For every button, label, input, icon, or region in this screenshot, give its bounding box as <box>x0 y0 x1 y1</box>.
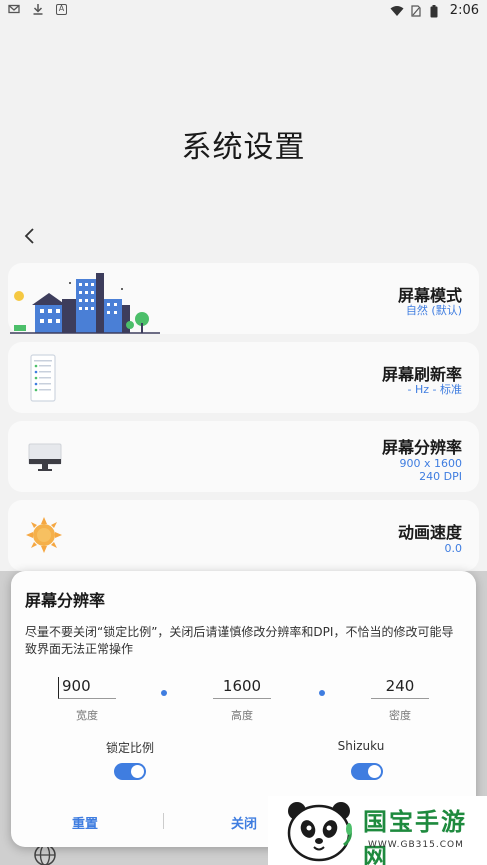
wifi-icon <box>390 5 404 17</box>
separator-dot <box>319 690 325 696</box>
lock-ratio-toggle[interactable] <box>114 763 146 780</box>
density-label: 密度 <box>389 709 411 722</box>
shizuku-toggle[interactable] <box>351 763 383 780</box>
height-input[interactable]: 1600 <box>213 677 271 699</box>
height-label: 高度 <box>231 709 253 722</box>
sim-icon <box>410 4 422 17</box>
separator-dot <box>161 690 167 696</box>
watermark-url: WWW.GB315.COM <box>368 840 464 850</box>
toggle-knob <box>368 765 381 778</box>
density-input[interactable]: 240 <box>371 677 429 699</box>
refresh-rate-title: 屏幕刷新率 <box>381 365 462 384</box>
resolution-size-value: 900 x 1600 <box>399 457 463 470</box>
refresh-rate-value: - Hz - 标准 <box>407 383 462 396</box>
animation-speed-value: 0.0 <box>444 542 463 555</box>
city-illustration-icon <box>10 273 160 334</box>
download-icon <box>32 3 44 15</box>
resolution-title: 屏幕分辨率 <box>381 438 462 457</box>
mail-icon <box>8 3 20 15</box>
width-field[interactable]: 900 宽度 <box>57 677 117 723</box>
battery-icon <box>430 4 442 17</box>
screen-mode-card[interactable]: 屏幕模式 自然 (默认) <box>8 263 479 334</box>
watermark: 国宝手游网 WWW.GB315.COM <box>268 796 487 865</box>
resolution-dpi-value: 240 DPI <box>419 470 462 483</box>
lock-ratio-label: 锁定比例 <box>105 741 154 755</box>
reset-button[interactable]: 重置 <box>72 813 98 832</box>
shizuku-label: Shizuku <box>337 739 385 753</box>
panda-logo-icon <box>287 802 352 862</box>
toggle-knob <box>131 765 144 778</box>
button-divider <box>163 813 164 829</box>
height-field[interactable]: 1600 高度 <box>212 677 272 723</box>
close-button[interactable]: 关闭 <box>231 813 257 832</box>
animation-speed-title: 动画速度 <box>397 523 462 542</box>
dialog-message: 尽量不要关闭“锁定比例”，关闭后请谨慎修改分辨率和DPI，不恰当的修改可能导致界… <box>25 625 454 656</box>
density-field[interactable]: 240 密度 <box>370 677 430 723</box>
monitor-icon <box>28 443 62 471</box>
screen-mode-value: 自然 (默认) <box>405 304 462 317</box>
screen-mode-title: 屏幕模式 <box>397 286 462 305</box>
back-button[interactable] <box>18 224 42 248</box>
resolution-card[interactable]: 屏幕分辨率 900 x 1600 240 DPI <box>8 421 479 492</box>
a-icon: A <box>56 3 67 15</box>
status-time: 2:06 <box>449 3 479 18</box>
dialog-title: 屏幕分辨率 <box>25 591 106 610</box>
width-input[interactable]: 900 <box>58 677 116 699</box>
chevron-left-icon <box>24 228 34 244</box>
status-bar: A 2:06 <box>0 0 487 22</box>
phone-settings-icon <box>30 354 56 402</box>
page-title: 系统设置 <box>181 130 306 165</box>
animation-speed-card[interactable]: 动画速度 0.0 <box>8 500 479 571</box>
width-label: 宽度 <box>76 709 98 722</box>
refresh-rate-card[interactable]: 屏幕刷新率 - Hz - 标准 <box>8 342 479 413</box>
watermark-title: 国宝手游网 <box>363 808 467 865</box>
sun-gear-icon <box>26 517 62 553</box>
